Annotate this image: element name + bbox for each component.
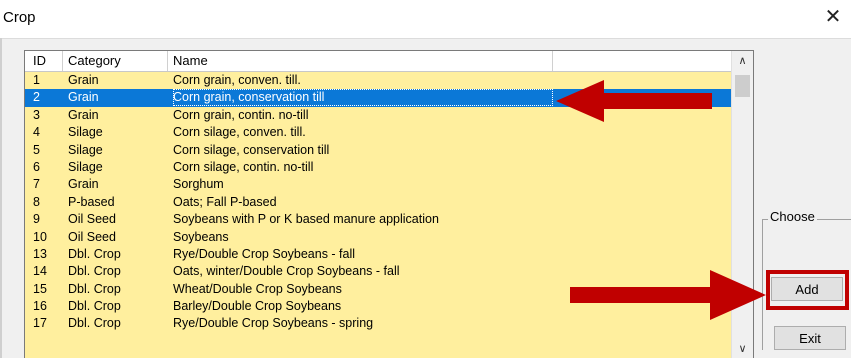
row-name: Rye/Double Crop Soybeans - fall: [173, 246, 356, 261]
row-id: 14: [33, 264, 47, 279]
row-name: Wheat/Double Crop Soybeans: [173, 281, 342, 296]
row-category: Dbl. Crop: [68, 316, 121, 331]
red-arrow-left-icon: [556, 80, 712, 122]
row-id: 8: [33, 194, 40, 209]
row-id: 4: [33, 125, 40, 140]
table-row[interactable]: 10 Oil Seed Soybeans: [25, 229, 733, 246]
row-id: 13: [33, 246, 47, 261]
row-name: Soybeans: [173, 229, 229, 244]
row-category: Dbl. Crop: [68, 299, 121, 314]
window-title: Crop: [3, 9, 36, 26]
column-header-category[interactable]: Category: [63, 51, 168, 71]
title-bar: Crop ✕: [0, 0, 851, 39]
row-name: Corn silage, conven. till.: [173, 125, 306, 140]
row-id: 9: [33, 212, 40, 227]
row-category: Grain: [68, 177, 99, 192]
row-id: 5: [33, 142, 40, 157]
table-row[interactable]: 7 Grain Sorghum: [25, 176, 733, 193]
row-id: 15: [33, 281, 47, 296]
row-id: 7: [33, 177, 40, 192]
exit-button[interactable]: Exit: [774, 326, 846, 350]
close-icon[interactable]: ✕: [821, 5, 845, 29]
row-name: Corn silage, contin. no-till: [173, 159, 314, 174]
row-id: 3: [33, 107, 40, 122]
row-id: 2: [33, 90, 40, 105]
window-border: [0, 38, 2, 358]
scroll-thumb[interactable]: [735, 75, 750, 97]
add-button-highlight: [766, 270, 849, 310]
row-name: Barley/Double Crop Soybeans: [173, 299, 342, 314]
list-header: ID Category Name: [25, 51, 733, 72]
table-row[interactable]: 4 Silage Corn silage, conven. till.: [25, 124, 733, 141]
column-header-blank: [553, 51, 733, 71]
table-row[interactable]: 8 P-based Oats; Fall P-based: [25, 194, 733, 211]
column-header-id[interactable]: ID: [25, 51, 63, 71]
table-row[interactable]: 6 Silage Corn silage, contin. no-till: [25, 159, 733, 176]
row-category: Silage: [68, 142, 103, 157]
row-name: Oats; Fall P-based: [173, 194, 277, 209]
row-name: Corn grain, conservation till: [173, 89, 553, 107]
table-row[interactable]: 13 Dbl. Crop Rye/Double Crop Soybeans - fa…: [25, 246, 733, 263]
row-name: Oats, winter/Double Crop Soybeans - fall: [173, 264, 400, 279]
row-name: Soybeans with P or K based manure applic…: [173, 212, 439, 227]
row-id: 6: [33, 159, 40, 174]
row-id: 10: [33, 229, 47, 244]
choose-group-label: Choose: [768, 209, 817, 224]
row-category: Grain: [68, 73, 99, 87]
row-id: 17: [33, 316, 47, 331]
row-category: Dbl. Crop: [68, 264, 121, 279]
row-category: Grain: [68, 90, 99, 105]
row-category: Oil Seed: [68, 229, 116, 244]
table-row[interactable]: 5 Silage Corn silage, conservation till: [25, 142, 733, 159]
row-category: Dbl. Crop: [68, 281, 121, 296]
red-arrow-right-icon: [570, 270, 766, 320]
table-row[interactable]: 9 Oil Seed Soybeans with P or K based manu…: [25, 211, 733, 228]
row-name: Corn grain, contin. no-till: [173, 107, 309, 122]
row-category: Silage: [68, 159, 103, 174]
row-category: P-based: [68, 194, 115, 209]
row-name: Sorghum: [173, 177, 224, 192]
column-header-name[interactable]: Name: [168, 51, 553, 71]
row-id: 16: [33, 299, 47, 314]
scroll-down-icon[interactable]: ∨: [732, 339, 753, 358]
row-id: 1: [33, 73, 40, 87]
row-category: Oil Seed: [68, 212, 116, 227]
scroll-up-icon[interactable]: ∧: [732, 51, 753, 71]
row-name: Corn grain, conven. till.: [173, 73, 301, 87]
row-category: Silage: [68, 125, 103, 140]
row-name: Rye/Double Crop Soybeans - spring: [173, 316, 374, 331]
row-name: Corn silage, conservation till: [173, 142, 330, 157]
row-category: Dbl. Crop: [68, 246, 121, 261]
row-category: Grain: [68, 107, 99, 122]
